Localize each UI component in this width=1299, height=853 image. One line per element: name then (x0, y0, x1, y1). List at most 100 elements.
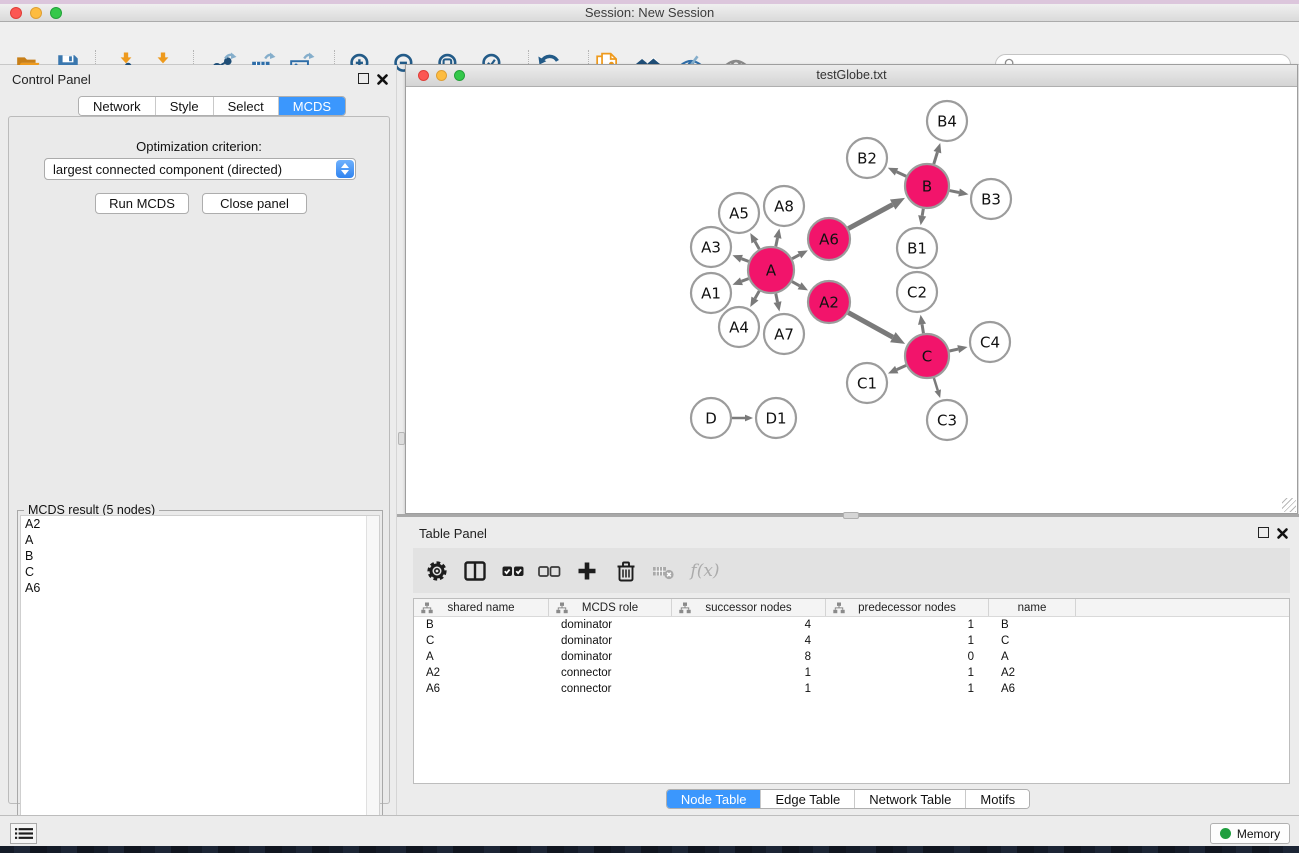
result-item-a[interactable]: A (21, 532, 379, 548)
graph-edge-C-C4[interactable] (949, 349, 958, 351)
tab-network[interactable]: Network (79, 97, 155, 115)
tab-style[interactable]: Style (155, 97, 213, 115)
graph-edge-A-A4[interactable] (755, 291, 759, 299)
graph-node-label-C1: C1 (857, 375, 877, 393)
shared-column-icon (421, 602, 433, 614)
run-mcds-button[interactable]: Run MCDS (95, 193, 189, 214)
graph-edge-A6-B[interactable] (848, 205, 892, 229)
result-item-a6[interactable]: A6 (21, 580, 379, 596)
table-row[interactable]: Adominator80A (414, 649, 1289, 665)
zoom-network-button[interactable] (454, 70, 465, 81)
table-row[interactable]: Cdominator41C (414, 633, 1289, 649)
graph-edge-C-C2[interactable] (922, 324, 923, 333)
mcds-tab-content: Optimization criterion: largest connecte… (8, 116, 390, 804)
graph-edge-A-A8[interactable] (776, 238, 778, 247)
graph-edge-C-C1[interactable] (897, 365, 906, 369)
cell-successor-nodes: 4 (672, 617, 826, 633)
graph-node-label-A: A (766, 262, 777, 280)
scrollbar[interactable] (366, 516, 379, 846)
node-table[interactable]: shared nameMCDS rolesuccessor nodesprede… (413, 598, 1290, 784)
close-panel-icon[interactable] (376, 73, 389, 86)
horizontal-splitter-handle[interactable] (843, 512, 859, 519)
graph-edge-A-A2[interactable] (792, 282, 800, 286)
close-network-button[interactable] (418, 70, 429, 81)
network-canvas[interactable]: B4B2BB3A8A5A6A3B1AC2A1A2A4A7C4CC1C3DD1 (406, 87, 1297, 513)
arrowhead-icon (918, 215, 926, 225)
graph-node-label-B4: B4 (937, 113, 957, 131)
result-item-c[interactable]: C (21, 564, 379, 580)
tab-motifs[interactable]: Motifs (965, 790, 1029, 808)
close-panel-button[interactable]: Close panel (202, 193, 307, 214)
tab-edge-table[interactable]: Edge Table (760, 790, 854, 808)
graph-edge-A-A7[interactable] (776, 294, 778, 303)
columns-icon[interactable] (461, 557, 489, 585)
graph-edge-C-C3[interactable] (934, 378, 938, 390)
tab-mcds[interactable]: MCDS (278, 97, 345, 115)
graph-edge-B-B1[interactable] (922, 209, 923, 216)
float-panel-icon[interactable] (1258, 527, 1269, 538)
graph-edge-A2-C[interactable] (848, 313, 893, 338)
graph-node-label-A6: A6 (819, 231, 839, 249)
cell-MCDS-role: dominator (549, 633, 672, 649)
resize-grip-icon[interactable] (1282, 498, 1296, 512)
criterion-dropdown[interactable]: largest connected component (directed) (44, 158, 356, 180)
arrowhead-icon (732, 255, 742, 263)
graph-node-label-A7: A7 (774, 326, 794, 344)
graph-node-label-A3: A3 (701, 239, 721, 257)
table-row[interactable]: A6connector11A6 (414, 681, 1289, 697)
column-header-successor-nodes[interactable]: successor nodes (672, 599, 826, 616)
cell-shared-name: B (414, 617, 549, 633)
graph-edge-A-A3[interactable] (741, 259, 748, 262)
arrowhead-icon (732, 278, 742, 286)
result-item-a2[interactable]: A2 (21, 516, 379, 532)
status-bar: Memory (0, 815, 1299, 846)
session-title: Session: New Session (0, 4, 1299, 22)
gear-icon[interactable] (423, 557, 451, 585)
column-header-predecessor-nodes[interactable]: predecessor nodes (826, 599, 989, 616)
arrowhead-icon (958, 189, 968, 197)
close-window-button[interactable] (10, 7, 22, 19)
column-header-MCDS-role[interactable]: MCDS role (549, 599, 672, 616)
select-all-icon[interactable] (499, 557, 527, 585)
tab-select[interactable]: Select (213, 97, 278, 115)
graph-edge-A-A1[interactable] (741, 279, 748, 282)
vertical-splitter-handle[interactable] (398, 432, 405, 445)
delete-icon[interactable] (612, 557, 640, 585)
tab-network-table[interactable]: Network Table (854, 790, 965, 808)
deselect-all-icon[interactable] (535, 557, 563, 585)
memory-button[interactable]: Memory (1210, 823, 1290, 844)
criterion-dropdown-value: largest connected component (directed) (45, 162, 336, 177)
cell-name: A2 (989, 665, 1076, 681)
cell-name: C (989, 633, 1076, 649)
zoom-window-button[interactable] (50, 7, 62, 19)
graph-edge-A-A5[interactable] (755, 241, 759, 249)
network-graph[interactable]: B4B2BB3A8A5A6A3B1AC2A1A2A4A7C4CC1C3DD1 (406, 87, 1297, 513)
float-panel-icon[interactable] (358, 73, 369, 84)
table-toolbar: f(x) (413, 548, 1290, 593)
graph-node-label-C4: C4 (980, 334, 1000, 352)
network-window-titlebar[interactable]: testGlobe.txt (406, 65, 1297, 87)
arrowhead-icon (745, 415, 753, 422)
graph-edge-B-B3[interactable] (950, 191, 960, 193)
cell-predecessor-nodes: 1 (826, 633, 989, 649)
column-header-shared-name[interactable]: shared name (414, 599, 549, 616)
control-panel-tabs: NetworkStyleSelectMCDS (78, 96, 346, 116)
network-window-title: testGlobe.txt (406, 65, 1297, 86)
graph-edge-B-B4[interactable] (934, 152, 938, 164)
graph-node-label-D: D (705, 410, 717, 428)
optimization-criterion-label: Optimization criterion: (9, 139, 389, 154)
table-row[interactable]: A2connector11A2 (414, 665, 1289, 681)
graph-node-label-B: B (922, 178, 932, 196)
task-history-button[interactable] (10, 823, 37, 844)
column-header-name[interactable]: name (989, 599, 1076, 616)
mcds-result-list[interactable]: A2ABCA6 (20, 515, 380, 847)
minimize-window-button[interactable] (30, 7, 42, 19)
table-row[interactable]: Bdominator41B (414, 617, 1289, 633)
add-icon[interactable] (573, 557, 601, 585)
result-item-b[interactable]: B (21, 548, 379, 564)
graph-edge-A-A6[interactable] (792, 255, 799, 259)
close-panel-icon[interactable] (1276, 527, 1289, 540)
tab-node-table[interactable]: Node Table (667, 790, 761, 808)
minimize-network-button[interactable] (436, 70, 447, 81)
graph-edge-B-B2[interactable] (897, 172, 907, 176)
